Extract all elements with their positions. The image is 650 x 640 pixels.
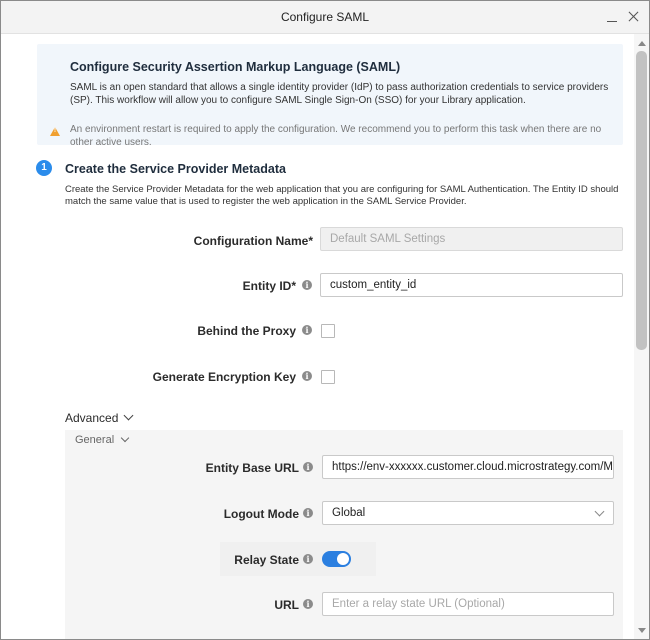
behind-proxy-label: Behind the Proxy (197, 324, 296, 338)
banner-heading: Configure Security Assertion Markup Lang… (70, 60, 401, 74)
entity-id-label: Entity ID* (242, 279, 296, 293)
chevron-down-icon[interactable] (123, 410, 134, 421)
relay-state-toggle[interactable] (322, 551, 351, 567)
scroll-down-arrow-icon[interactable] (638, 628, 646, 633)
info-icon[interactable]: i (302, 280, 312, 290)
info-icon[interactable]: i (303, 599, 313, 609)
close-icon[interactable] (623, 7, 643, 27)
info-icon[interactable]: i (303, 462, 313, 472)
relay-state-label: Relay State (234, 553, 299, 567)
minimize-icon[interactable] (602, 7, 622, 27)
banner-description: SAML is an open standard that allows a s… (70, 82, 609, 106)
info-icon[interactable]: i (303, 554, 313, 564)
entity-base-url-field[interactable]: https://env-xxxxxx.customer.cloud.micros… (322, 455, 614, 479)
logout-mode-label: Logout Mode (223, 507, 299, 521)
logout-mode-select[interactable]: Global (322, 501, 614, 525)
warning-icon (50, 127, 60, 136)
config-name-field: Default SAML Settings (320, 227, 623, 251)
banner-warning: An environment restart is required to ap… (70, 124, 602, 148)
saml-intro-banner: Configure Security Assertion Markup Lang… (37, 44, 623, 148)
gen-key-checkbox[interactable] (321, 370, 335, 384)
scrollbar-thumb[interactable] (636, 51, 647, 350)
info-icon[interactable]: i (302, 371, 312, 381)
configure-saml-window: Configure SAML Configure Security Assert… (0, 0, 650, 640)
entity-id-field[interactable]: custom_entity_id (320, 273, 623, 297)
url-label: URL (274, 598, 299, 612)
relay-state-url-field[interactable]: Enter a relay state URL (Optional) (322, 592, 614, 616)
info-icon[interactable]: i (302, 325, 312, 335)
gen-key-label: Generate Encryption Key (152, 370, 296, 384)
advanced-toggle[interactable]: Advanced (65, 411, 118, 425)
scroll-up-arrow-icon[interactable] (638, 41, 646, 46)
toggle-knob (337, 553, 349, 565)
step-number-badge: 1 (36, 160, 52, 176)
behind-proxy-checkbox[interactable] (321, 324, 335, 338)
window-title: Configure SAML (280, 10, 370, 24)
title-bar: Configure SAML (1, 1, 649, 34)
general-toggle[interactable]: General (75, 434, 114, 446)
step-description: Create the Service Provider Metadata for… (65, 184, 619, 207)
info-icon[interactable]: i (303, 508, 313, 518)
vertical-scrollbar[interactable] (634, 34, 649, 639)
config-name-label: Configuration Name* (193, 234, 313, 248)
step-title: Create the Service Provider Metadata (65, 162, 286, 176)
content-area: Configure Security Assertion Markup Lang… (1, 34, 634, 639)
entity-base-url-label: Entity Base URL (205, 461, 299, 475)
